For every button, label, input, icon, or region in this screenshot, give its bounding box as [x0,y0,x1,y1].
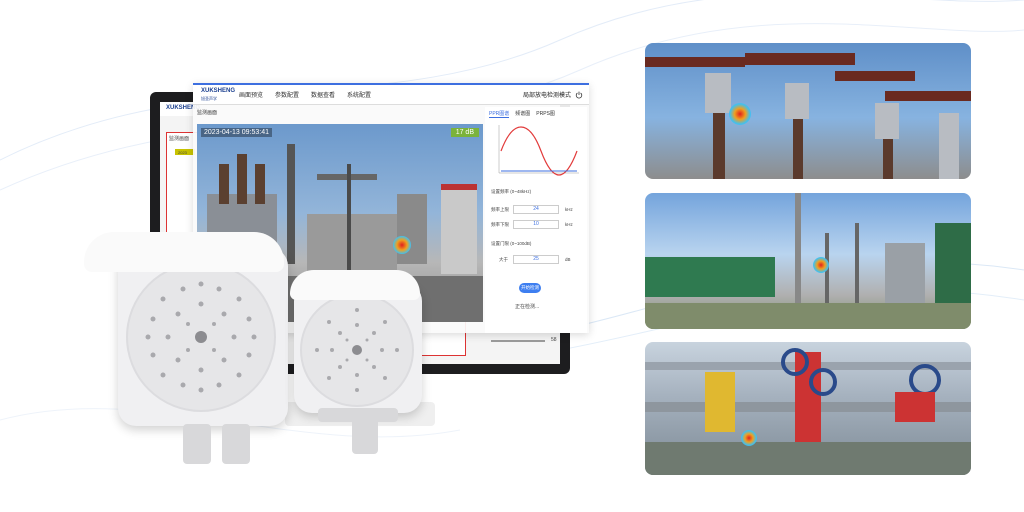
detection-status: 正在检测... [515,304,540,310]
sun-hood-large [84,232,284,272]
yard-illustration [645,193,971,329]
threshold-label: 设置门限 (0~100dB) [491,241,532,246]
photo-gas-valves [645,342,971,475]
nav-params[interactable]: 参数配置 [269,90,305,99]
microphone-array-large [126,262,276,412]
app-logo-text: XUKSHENG [201,87,236,94]
nav-preview[interactable]: 画面预览 [233,90,269,99]
sound-hotspot [393,236,411,254]
freq-upper-label: 频率上限 [491,207,509,212]
microphone-array-small [300,293,414,407]
db-badge: 17 dB [450,128,479,137]
sun-hood-small [290,270,420,300]
bushings-illustration [645,53,971,179]
detection-mode: 局部放电检测模式 [522,93,571,99]
heat-spot-1 [729,103,751,125]
freq-lower-label: 频率下限 [491,222,509,227]
app-logo-subtext: 旭圣声学 [201,95,217,101]
slider-value: 58 [551,337,557,343]
photo-substation-bushings [645,43,971,179]
waveform-chart [498,125,579,176]
camera-timestamp: 2023-04-13 09:53:41 [201,128,272,137]
start-detection-button[interactable]: 开始检测 [519,283,541,293]
valves-illustration [645,348,971,475]
acoustic-camera-small [294,283,422,413]
mount-large-2 [222,424,250,464]
threshold-input[interactable]: 25 [513,255,559,264]
volume-slider[interactable] [491,340,545,342]
tab-ppr[interactable]: PPR图谱 [489,110,510,118]
nav-data[interactable]: 数据查看 [305,90,341,99]
mount-small-leg [352,418,378,454]
threshold-unit: dB [565,257,571,262]
photo-substation-yard [645,193,971,329]
top-navigation: XUKSHENG 旭圣声学 画面预览 参数配置 数据查看 系统配置 局部放电检测… [193,85,589,105]
tab-spectrum[interactable]: 频谱图 [515,110,530,118]
tab-monitor[interactable]: 监测画面 [197,109,217,116]
freq-lower-input[interactable]: 10 [513,220,559,229]
app-logo: XUKSHENG 旭圣声学 [193,87,236,102]
freq-range-label: 设置频率 (0~48kHz) [491,189,532,194]
size-label: 大于 [499,257,508,262]
heat-spot-3 [741,430,757,446]
freq-lower-unit: kHz [565,222,573,227]
building [441,184,477,274]
freq-upper-input[interactable]: 24 [513,205,559,214]
freq-upper-unit: kHz [565,207,573,212]
heat-spot-2 [813,257,829,273]
left-panel-year: 2023 [178,150,187,155]
acoustic-camera-large [118,248,288,426]
tab-prps[interactable]: PRPS图 [536,110,555,118]
microphone-holes-large [145,281,257,393]
nav-system[interactable]: 系统配置 [341,90,377,99]
mount-large-1 [183,424,211,464]
panel-tabs: PPR图谱 频谱图 PRPS图 [485,107,587,121]
settings-panel: PPR图谱 频谱图 PRPS图 设置频率 (0~48kHz) 频率上限 24 k… [485,107,587,343]
power-icon[interactable] [575,91,583,99]
microphone-holes-small [315,308,399,392]
